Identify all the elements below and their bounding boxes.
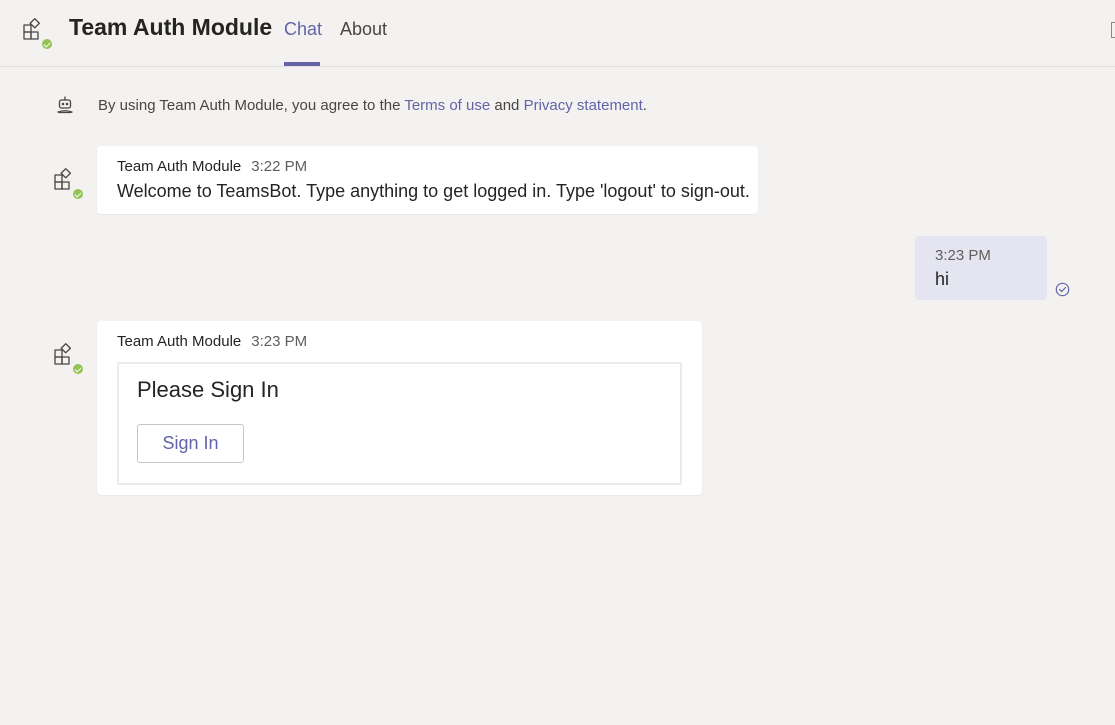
app-title: Team Auth Module bbox=[69, 14, 273, 40]
bot-avatar[interactable] bbox=[49, 165, 84, 200]
tab-about[interactable]: About bbox=[340, 19, 387, 40]
message-body: hi bbox=[935, 269, 950, 289]
status-available-icon bbox=[41, 38, 53, 50]
message-timestamp: 3:22 PM bbox=[251, 158, 308, 175]
app-header: Team Auth Module Chat About bbox=[0, 0, 1115, 67]
signin-card: Please Sign In Sign In bbox=[117, 362, 682, 485]
message-timestamp: 3:23 PM bbox=[935, 247, 991, 264]
message-timestamp: 3:23 PM bbox=[251, 333, 308, 350]
app-avatar bbox=[18, 15, 53, 50]
cropped-toolbar-icon[interactable] bbox=[1111, 22, 1115, 38]
message-sender: Team Auth Module bbox=[117, 158, 242, 175]
seen-check-icon bbox=[1055, 282, 1070, 302]
notice-text-connector: and bbox=[490, 97, 524, 114]
bot-terms-notice: By using Team Auth Module, you agree to … bbox=[98, 97, 647, 114]
terms-of-use-link[interactable]: Terms of use bbox=[404, 97, 490, 114]
bot-message-card[interactable]: Team Auth Module 3:22 PM Welcome to Teams… bbox=[97, 146, 758, 214]
bot-signin-message-card: Team Auth Module 3:23 PM Please Sign In S… bbox=[97, 321, 702, 495]
bot-avatar[interactable] bbox=[49, 340, 84, 375]
tab-chat[interactable]: Chat bbox=[284, 19, 322, 40]
notice-text-suffix: . bbox=[642, 97, 647, 114]
status-available-icon bbox=[72, 363, 84, 375]
sign-in-button[interactable]: Sign In bbox=[137, 424, 244, 463]
message-header: Team Auth Module 3:22 PM bbox=[117, 158, 307, 175]
status-available-icon bbox=[72, 188, 84, 200]
my-message-card[interactable]: 3:23 PM hi bbox=[915, 236, 1047, 300]
privacy-statement-link[interactable]: Privacy statement bbox=[524, 97, 643, 114]
active-tab-indicator bbox=[284, 62, 320, 66]
message-sender: Team Auth Module bbox=[117, 333, 242, 350]
message-header: Team Auth Module 3:23 PM bbox=[117, 333, 307, 350]
signin-card-title: Please Sign In bbox=[137, 377, 279, 402]
message-body: Welcome to TeamsBot. Type anything to ge… bbox=[117, 181, 750, 201]
bot-icon bbox=[55, 95, 75, 120]
notice-text-prefix: By using Team Auth Module, you agree to … bbox=[98, 97, 405, 114]
